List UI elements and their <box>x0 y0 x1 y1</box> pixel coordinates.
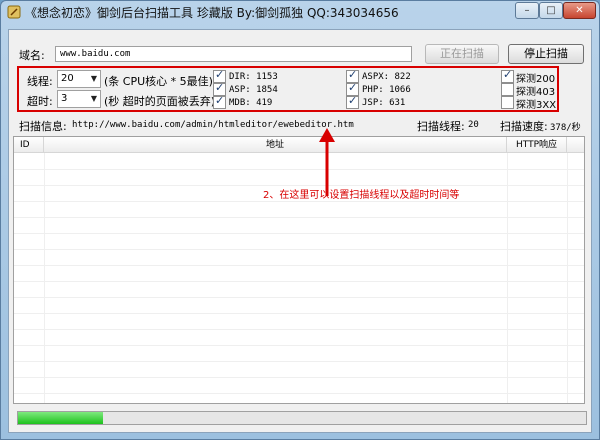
stop-scan-button[interactable]: 停止扫描 <box>508 44 584 64</box>
grid-line <box>44 153 45 403</box>
chevron-down-icon: ▼ <box>90 74 97 83</box>
window-title: 《想念初恋》御剑后台扫描工具 珍藏版 By:御剑孤独 QQ:343034656 <box>25 6 399 20</box>
minimize-button[interactable]: – <box>515 2 539 19</box>
grid-line <box>507 153 508 403</box>
scan-speed-label: 扫描速度: <box>500 120 548 133</box>
column-header-address[interactable]: 地址 <box>44 137 507 153</box>
app-window: 《想念初恋》御剑后台扫描工具 珍藏版 By:御剑孤独 QQ:343034656 … <box>0 0 600 440</box>
threads-hint: (条 CPU核心 * 5最佳) <box>104 75 213 88</box>
scan-progress-bar <box>17 411 587 425</box>
grid-line <box>14 393 584 394</box>
close-button[interactable]: ✕ <box>563 2 596 19</box>
probe-checkbox-200[interactable] <box>501 68 514 83</box>
column-header-id[interactable]: ID <box>14 137 44 153</box>
title-bar[interactable]: 《想念初恋》御剑后台扫描工具 珍藏版 By:御剑孤独 QQ:343034656 … <box>1 1 599 23</box>
results-header: ID 地址 HTTP响应 <box>14 137 584 153</box>
scan-progress-fill <box>18 412 103 424</box>
grid-line <box>14 233 584 234</box>
grid-line <box>14 313 584 314</box>
grid-line <box>567 153 568 403</box>
scanning-button[interactable]: 正在扫描 <box>425 44 499 64</box>
probe-label-3xx: 探测3XX <box>516 100 557 111</box>
timeout-select[interactable]: 3 ▼ <box>57 90 101 108</box>
dict-label-aspx: ASPX: 822 <box>362 72 411 82</box>
dict-label-jsp: JSP: 631 <box>362 98 406 108</box>
dict-label-asp: ASP: 1854 <box>229 85 278 95</box>
maximize-button[interactable]: □ <box>539 2 563 19</box>
threads-value: 20 <box>61 73 74 84</box>
grid-line <box>14 361 584 362</box>
grid-line <box>14 281 584 282</box>
grid-line <box>14 265 584 266</box>
column-header-http[interactable]: HTTP响应 <box>507 137 567 153</box>
client-area: 域名: www.baidu.com 正在扫描 停止扫描 线程: 20 ▼ (条 … <box>8 29 592 433</box>
timeout-label: 超时: <box>27 95 53 108</box>
threads-select[interactable]: 20 ▼ <box>57 70 101 88</box>
domain-input[interactable]: www.baidu.com <box>55 46 412 62</box>
dict-label-mdb: MDB: 419 <box>229 98 273 108</box>
scan-info-label: 扫描信息: <box>19 120 67 133</box>
grid-line <box>14 249 584 250</box>
scan-speed-value: 378/秒 <box>550 123 581 133</box>
grid-line <box>14 201 584 202</box>
timeout-hint: (秒 超时的页面被丢弃) <box>104 95 216 108</box>
dict-label-php: PHP: 1066 <box>362 85 411 95</box>
timeout-value: 3 <box>61 93 68 104</box>
scan-info-url: http://www.baidu.com/admin/htmleditor/ew… <box>72 120 354 130</box>
grid-line <box>14 169 584 170</box>
scan-threads-label: 扫描线程: <box>417 120 465 133</box>
threads-label: 线程: <box>27 75 53 88</box>
chevron-down-icon: ▼ <box>90 94 97 103</box>
grid-line <box>14 329 584 330</box>
grid-line <box>14 345 584 346</box>
grid-line <box>14 297 584 298</box>
probe-checkbox-3xx[interactable] <box>501 96 514 109</box>
app-icon <box>7 5 21 19</box>
scan-threads-value: 20 <box>468 120 479 130</box>
grid-line <box>14 217 584 218</box>
grid-line <box>14 377 584 378</box>
results-list[interactable]: ID 地址 HTTP响应 <box>13 136 585 404</box>
domain-label: 域名: <box>19 49 45 62</box>
dict-label-dir: DIR: 1153 <box>229 72 278 82</box>
probe-checkbox-403[interactable] <box>501 83 514 96</box>
annotation-text: 2、在这里可以设置扫描线程以及超时时间等 <box>263 190 460 201</box>
dict-checkbox-jsp[interactable] <box>346 94 359 109</box>
dict-checkbox-mdb[interactable] <box>213 94 226 109</box>
